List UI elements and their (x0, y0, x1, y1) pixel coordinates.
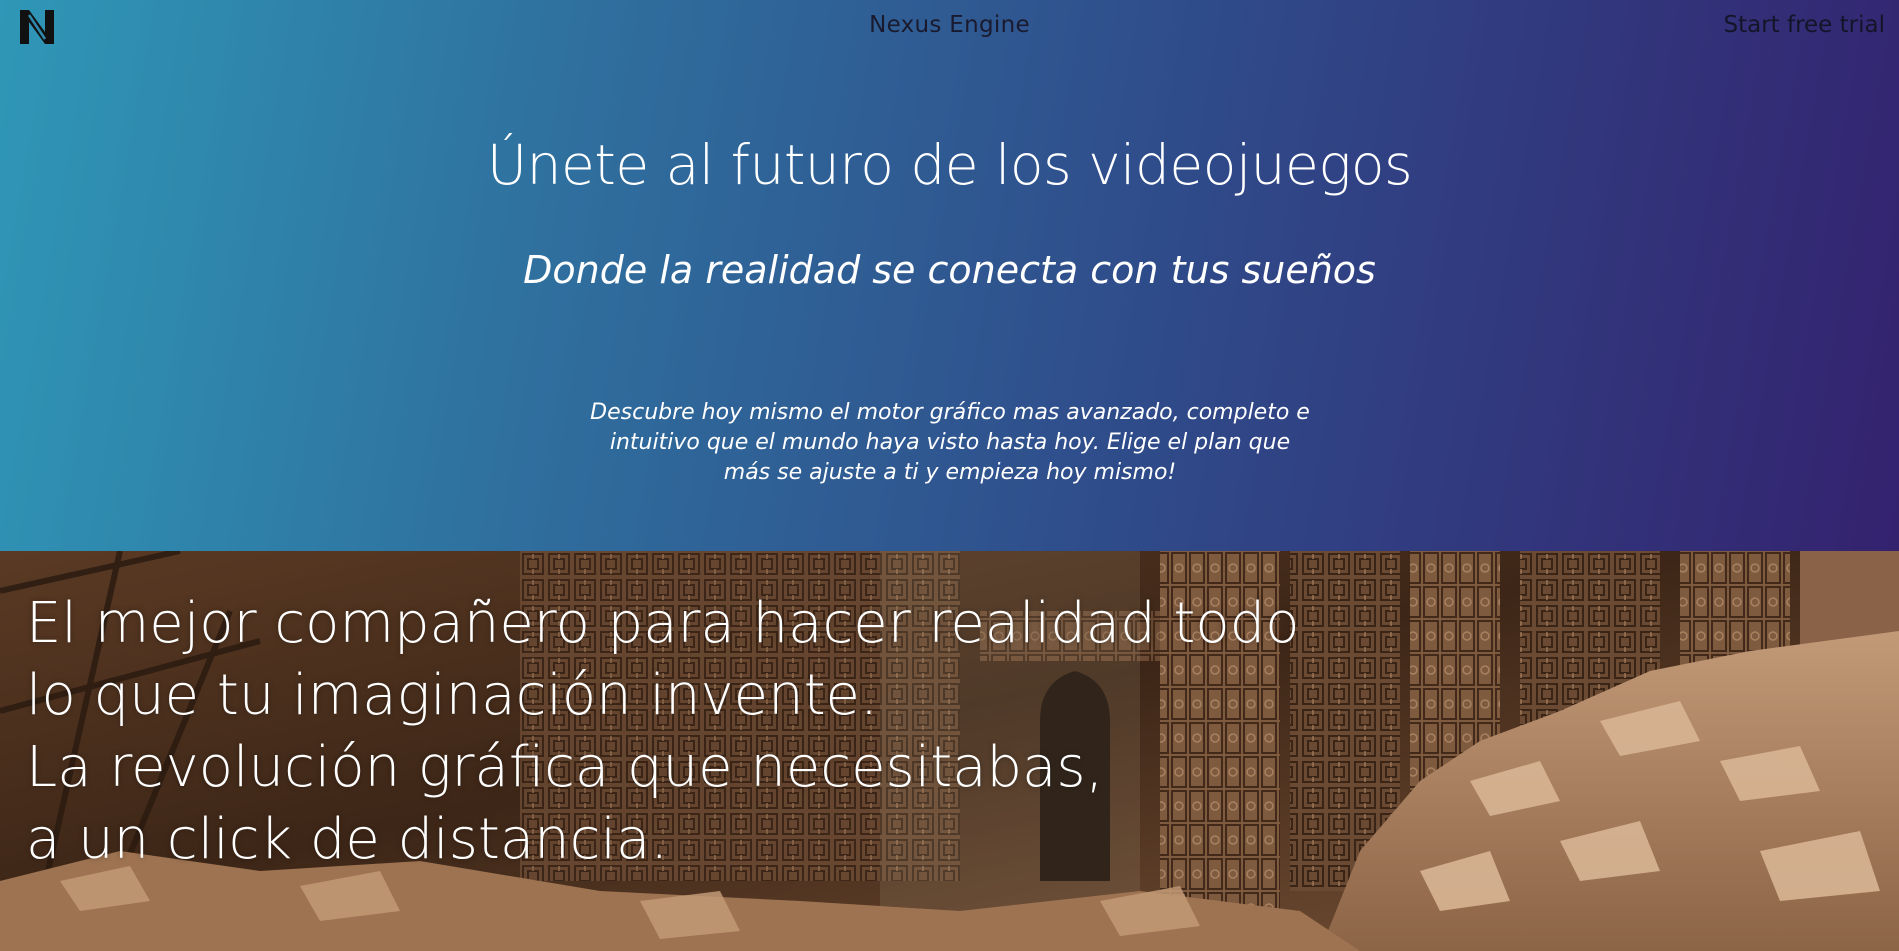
landing-page: Nexus Engine Start free trial Únete al f… (0, 0, 1899, 951)
start-free-trial-link[interactable]: Start free trial (1723, 12, 1885, 38)
hero-description-line: intuitivo que el mundo haya visto hasta … (609, 430, 1291, 455)
feature-headline-line: a un click de distancia. (26, 807, 669, 872)
feature-headline-line: El mejor compañero para hacer realidad t… (26, 591, 1300, 656)
hero-description-line: más se ajuste a ti y empieza hoy mismo! (723, 460, 1177, 485)
feature-headline-line: lo que tu imaginación invente. (26, 663, 878, 728)
hero-description: Descubre hoy mismo el motor gráfico mas … (580, 398, 1320, 488)
brand-name[interactable]: Nexus Engine (0, 12, 1899, 38)
feature-band: El mejor compañero para hacer realidad t… (0, 551, 1899, 951)
hero-subtitle: Donde la realidad se conecta con tus sue… (523, 248, 1376, 292)
top-navigation-bar: Nexus Engine Start free trial (0, 0, 1899, 52)
hero-title: Únete al futuro de los videojuegos (486, 133, 1413, 197)
feature-headline: El mejor compañero para hacer realidad t… (26, 588, 1299, 876)
feature-headline-line: La revolución gráfica que necesitabas, (26, 735, 1104, 800)
hero-description-line: Descubre hoy mismo el motor gráfico mas … (590, 400, 1310, 425)
hero-section: Nexus Engine Start free trial Únete al f… (0, 0, 1899, 551)
